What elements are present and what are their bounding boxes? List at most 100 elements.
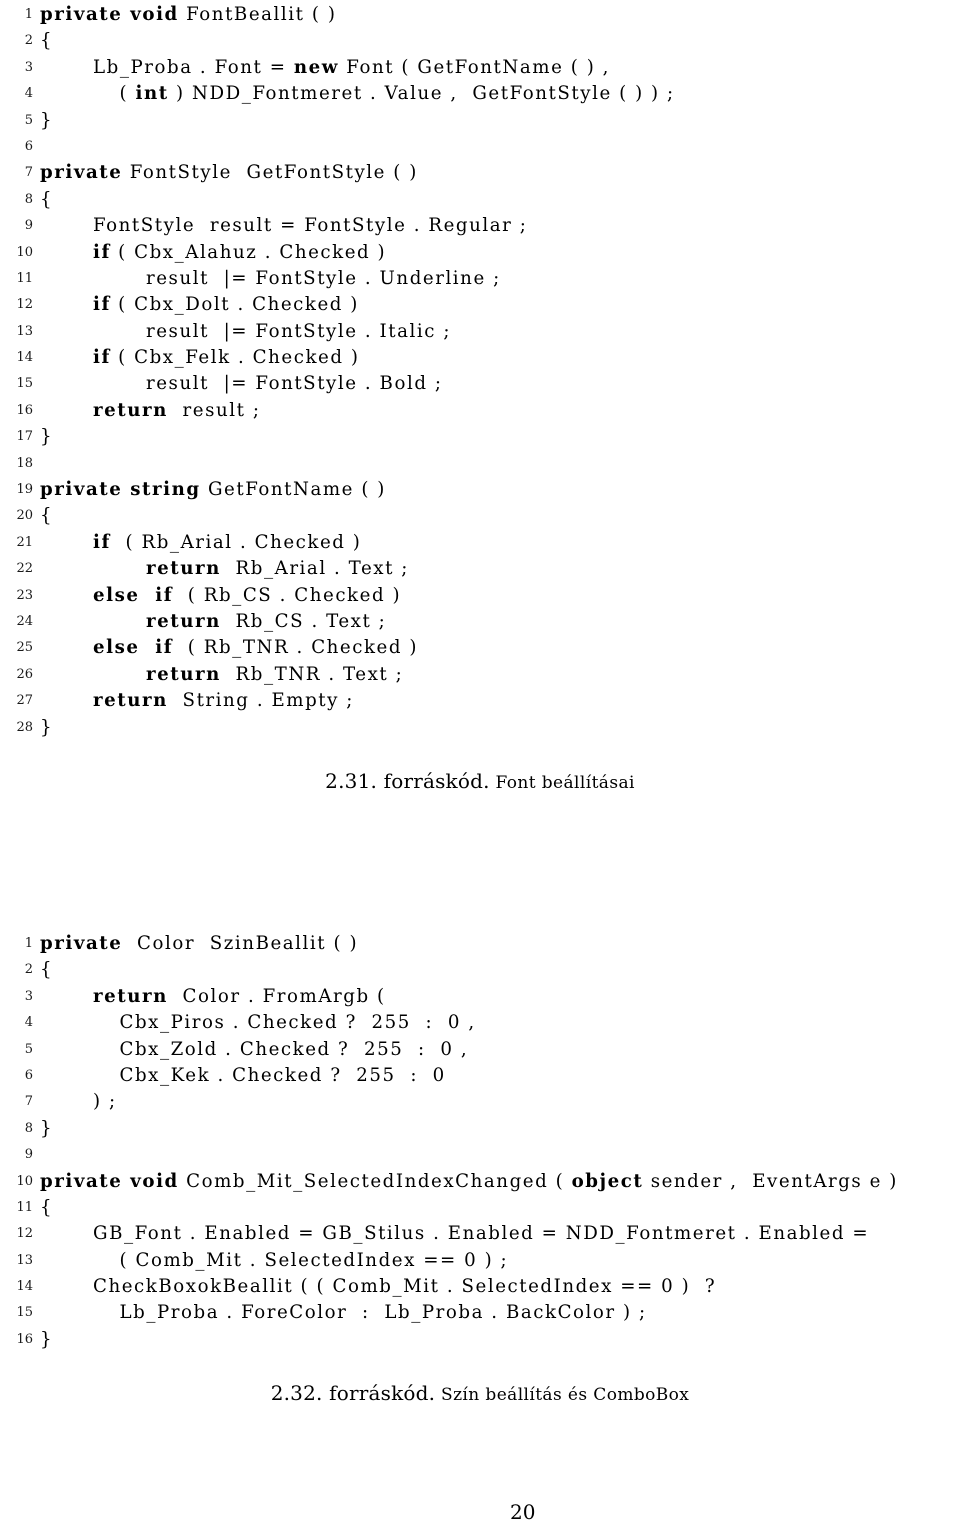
- code-line: 6: [0, 134, 960, 160]
- code-text: private void Comb_Mit_SelectedIndexChang…: [40, 1169, 898, 1195]
- code-line: 6 Cbx_Kek . Checked ? 255 : 0: [0, 1063, 960, 1089]
- line-number: 2: [24, 962, 33, 978]
- code-span: }: [40, 1328, 54, 1350]
- code-line: 18: [0, 451, 960, 477]
- code-line: 26 return Rb_TNR . Text ;: [0, 662, 960, 688]
- line-number: 14: [16, 1279, 33, 1295]
- line-number: 9: [24, 1147, 33, 1163]
- code-span: CheckBoxokBeallit ( ( Comb_Mit . Selecte…: [93, 1276, 717, 1298]
- code-line: 12 GB_Font . Enabled = GB_Stilus . Enable…: [0, 1221, 960, 1247]
- page-number-value: 20: [510, 1500, 536, 1524]
- line-number: 10: [16, 1173, 33, 1189]
- code-span: GB_Font . Enabled = GB_Stilus . Enabled …: [93, 1223, 870, 1245]
- code-line: 4 ( int ) NDD_Fontmeret . Value , GetFont…: [0, 81, 960, 107]
- code-line: 14 CheckBoxokBeallit ( ( Comb_Mit . Selec…: [0, 1274, 960, 1300]
- line-number: 9: [24, 218, 33, 234]
- code-keyword: return: [93, 690, 168, 712]
- line-number: 22: [16, 561, 33, 577]
- code-text: private string GetFontName ( ): [40, 477, 386, 503]
- line-number: 8: [24, 191, 33, 207]
- code-line: 2{: [0, 28, 960, 54]
- code-keyword: return: [146, 663, 221, 685]
- code-keyword: if: [93, 241, 111, 263]
- code-text: ( int ) NDD_Fontmeret . Value , GetFontS…: [120, 81, 675, 107]
- code-span: Rb_TNR . Text ;: [220, 663, 404, 685]
- code-line: 5 Cbx_Zold . Checked ? 255 : 0 ,: [0, 1037, 960, 1063]
- code-text: result |= FontStyle . Bold ;: [146, 371, 443, 397]
- code-line: 20 {: [0, 503, 960, 529]
- code-text: if ( Cbx_Felk . Checked ): [93, 345, 360, 371]
- code-line: 15 Lb_Proba . ForeColor : Lb_Proba . Back…: [0, 1300, 960, 1326]
- line-number: 7: [24, 1094, 33, 1110]
- line-number: 4: [24, 86, 33, 102]
- code-keyword: private void: [40, 4, 179, 25]
- code-line: 2{: [0, 957, 960, 983]
- caption-description: Font beállításai: [489, 773, 635, 793]
- code-span: {: [40, 505, 54, 527]
- code-text: if ( Rb_Arial . Checked ): [93, 530, 361, 556]
- code-span: ( Rb_CS . Checked ): [173, 584, 402, 606]
- line-number: 3: [24, 988, 33, 1004]
- line-number: 19: [16, 482, 33, 498]
- page-number: 20: [0, 1500, 960, 1524]
- code-text: ) ;: [93, 1089, 117, 1115]
- line-number: 6: [24, 1067, 33, 1083]
- code-span: }: [40, 716, 54, 738]
- line-number: 2: [24, 33, 33, 49]
- line-number: 21: [16, 534, 33, 550]
- code-text: ( Comb_Mit . SelectedIndex == 0 ) ;: [120, 1248, 509, 1274]
- line-number: 20: [16, 508, 33, 524]
- code-line: 10 private void Comb_Mit_SelectedIndexCha…: [0, 1169, 960, 1195]
- line-number: 16: [16, 402, 33, 418]
- code-span: {: [40, 959, 54, 981]
- code-keyword: if: [93, 294, 111, 316]
- code-line: 10 if ( Cbx_Alahuz . Checked ): [0, 240, 960, 266]
- code-keyword: private void: [40, 1170, 179, 1192]
- code-line: 12 if ( Cbx_Dolt . Checked ): [0, 292, 960, 318]
- caption-number: 2.31. forráskód.: [325, 769, 490, 793]
- code-line: 8}: [0, 1116, 960, 1142]
- line-number: 28: [16, 719, 33, 735]
- code-text: Cbx_Kek . Checked ? 255 : 0: [120, 1063, 446, 1089]
- code-span: {: [40, 188, 54, 210]
- line-number: 7: [24, 165, 33, 181]
- code-text: return result ;: [93, 398, 261, 424]
- code-keyword: object: [571, 1170, 644, 1192]
- code-line: 28}: [0, 715, 960, 741]
- code-line: 23 else if ( Rb_CS . Checked ): [0, 583, 960, 609]
- line-number: 5: [24, 1041, 33, 1057]
- code-span: {: [40, 1196, 54, 1218]
- code-text: return Color . FromArgb (: [93, 984, 386, 1010]
- code-text: else if ( Rb_TNR . Checked ): [93, 635, 418, 661]
- code-text: if ( Cbx_Alahuz . Checked ): [93, 240, 386, 266]
- code-span: Cbx_Zold . Checked ? 255 : 0 ,: [119, 1038, 469, 1060]
- code-line: 24 return Rb_CS . Text ;: [0, 609, 960, 635]
- code-text: if ( Cbx_Dolt . Checked ): [93, 292, 359, 318]
- code-keyword: private: [40, 162, 123, 184]
- code-text: result |= FontStyle . Italic ;: [146, 319, 451, 345]
- line-number: 16: [16, 1331, 33, 1347]
- code-text: private FontStyle GetFontStyle ( ): [40, 160, 418, 186]
- code-span: }: [40, 1117, 54, 1139]
- line-number: 10: [16, 244, 33, 260]
- code-keyword: return: [93, 399, 168, 421]
- code-line: 14 if ( Cbx_Felk . Checked ): [0, 345, 960, 371]
- code-span: Color . FromArgb (: [167, 985, 386, 1007]
- code-text: Lb_Proba . Font = new Font ( GetFontName…: [93, 55, 610, 81]
- code-keyword: if: [93, 531, 111, 553]
- line-number: 13: [16, 1252, 33, 1268]
- line-number: 6: [24, 138, 33, 154]
- code-line: 5}: [0, 108, 960, 134]
- code-span: Color SzinBeallit ( ): [122, 933, 359, 954]
- code-line: 4 Cbx_Piros . Checked ? 255 : 0 ,: [0, 1010, 960, 1036]
- code-span: ( Rb_Arial . Checked ): [110, 531, 362, 553]
- line-number: 1: [24, 7, 33, 22]
- code-span: ( Cbx_Alahuz . Checked ): [110, 241, 387, 263]
- code-line: 1 private Color SzinBeallit ( ): [0, 931, 960, 957]
- line-number: 1: [24, 936, 33, 951]
- code-span: (: [119, 83, 136, 105]
- code-span: Rb_CS . Text ;: [220, 610, 387, 632]
- code-keyword: else if: [93, 637, 174, 659]
- code-keyword: return: [93, 985, 168, 1007]
- line-number: 24: [16, 613, 33, 629]
